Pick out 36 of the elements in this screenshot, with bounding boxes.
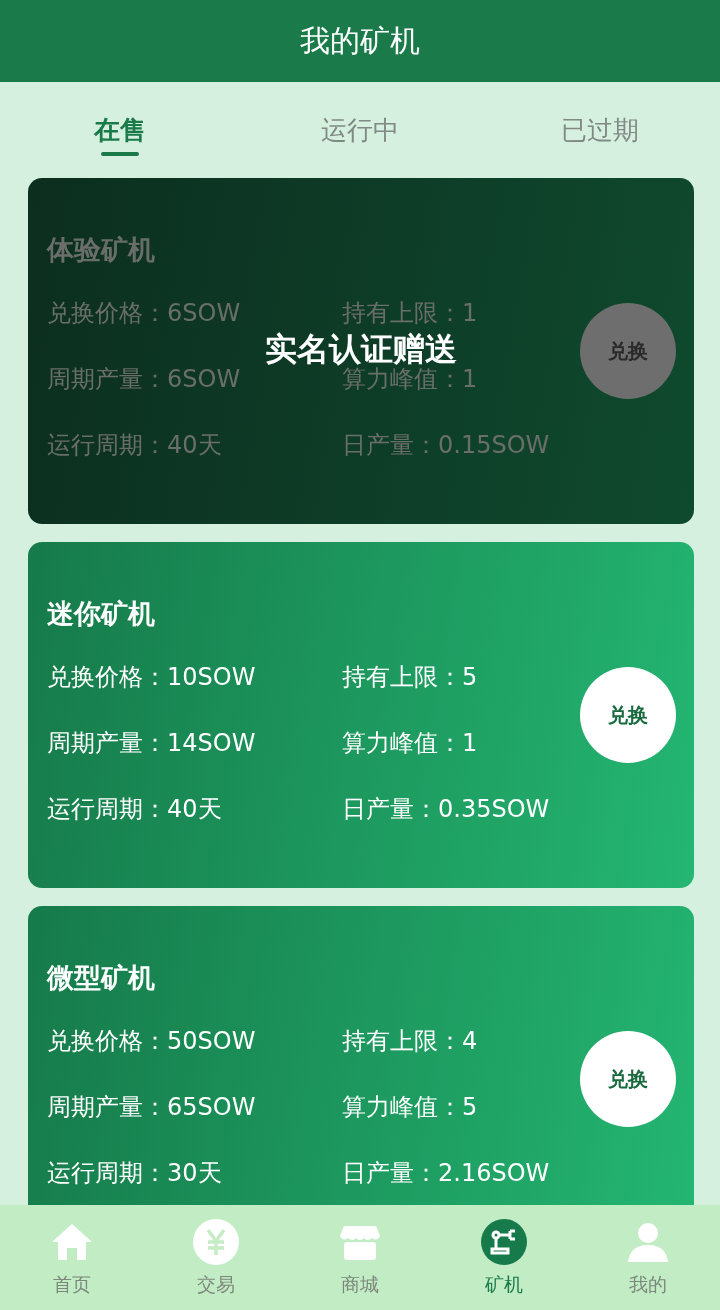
- overlay-note: 实名认证赠送: [265, 329, 457, 368]
- tab[interactable]: 运行中: [300, 82, 420, 160]
- robot-arm-icon: [480, 1217, 528, 1266]
- miner-name: 体验矿机: [47, 233, 156, 267]
- miner-stat: 算力峰值：1: [342, 728, 479, 758]
- miner-stat: 运行周期：40天: [47, 794, 223, 824]
- nav-item[interactable]: 我的: [598, 1216, 698, 1299]
- tab[interactable]: 在售: [60, 82, 180, 160]
- miner-stat: 日产量：0.15SOW: [342, 430, 551, 460]
- miner-stat: 持有上限：5: [342, 662, 479, 692]
- miner-stat: 运行周期：40天: [47, 430, 223, 460]
- miner-stat: 周期产量：14SOW: [47, 728, 257, 758]
- miner-name: 微型矿机: [47, 961, 156, 995]
- miner-stat: 周期产量：6SOW: [47, 364, 242, 394]
- miner-stat: 日产量：0.35SOW: [342, 794, 551, 824]
- miner-stat: 兑换价格：6SOW: [47, 298, 242, 328]
- miner-stat: 兑换价格：10SOW: [47, 662, 257, 692]
- miner-stat: 兑换价格：50SOW: [47, 1026, 257, 1056]
- exchange-button[interactable]: 兑换: [580, 667, 676, 763]
- exchange-button[interactable]: 兑换: [580, 1031, 676, 1127]
- page-title: 我的矿机: [300, 21, 420, 60]
- miner-name: 迷你矿机: [47, 597, 156, 631]
- miner-stat: 算力峰值：1: [342, 365, 479, 394]
- nav-item[interactable]: 矿机: [454, 1216, 554, 1299]
- miner-stat: 日产量：2.16SOW: [342, 1158, 551, 1188]
- yen-coin-icon: [192, 1217, 240, 1266]
- nav-item[interactable]: 首页: [22, 1216, 122, 1299]
- tab[interactable]: 已过期: [540, 82, 660, 160]
- miner-stat: 持有上限：1: [342, 298, 479, 328]
- nav-item[interactable]: 商城: [310, 1216, 410, 1299]
- tab-underline-icon: [101, 152, 139, 156]
- miner-stat: 运行周期：30天: [47, 1158, 223, 1188]
- miner-stat: 算力峰值：5: [342, 1092, 479, 1122]
- miner-stat: 持有上限：4: [342, 1026, 479, 1056]
- nav-item[interactable]: 交易: [166, 1216, 266, 1299]
- miner-stat: 周期产量：65SOW: [47, 1092, 257, 1122]
